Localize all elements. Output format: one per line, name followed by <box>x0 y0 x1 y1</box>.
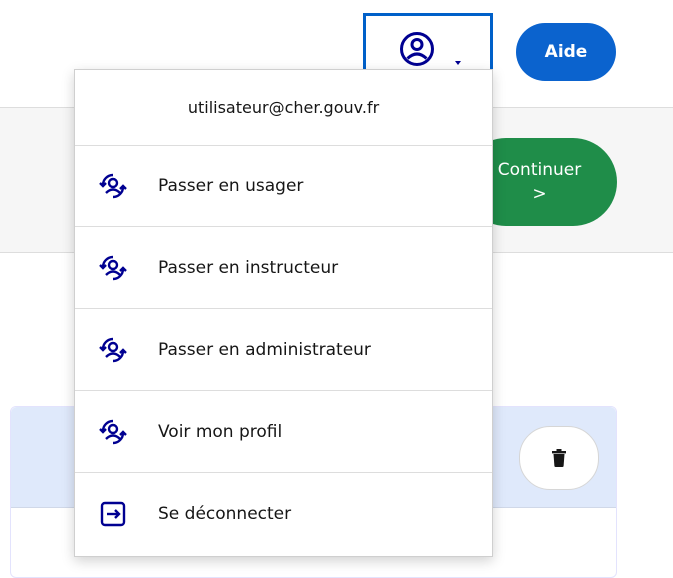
menu-item-label: Passer en administrateur <box>158 339 371 360</box>
help-label: Aide <box>544 42 588 62</box>
menu-item-label: Se déconnecter <box>158 504 292 524</box>
menu-item-label: Passer en instructeur <box>158 257 339 278</box>
switch-user-icon <box>99 337 127 363</box>
switch-user-icon <box>99 419 127 445</box>
menu-item-view-profile[interactable]: Voir mon profil <box>75 391 492 473</box>
switch-user-icon <box>99 173 127 199</box>
menu-item-label: Passer en usager <box>158 175 304 196</box>
delete-button[interactable] <box>519 426 599 490</box>
continue-arrow: > <box>532 184 547 204</box>
menu-item-switch-administrateur[interactable]: Passer en administrateur <box>75 309 492 391</box>
user-email: utilisateur@cher.gouv.fr <box>75 70 492 146</box>
chevron-down-icon <box>455 61 461 65</box>
logout-icon <box>100 501 126 527</box>
menu-item-logout[interactable]: Se déconnecter <box>75 473 492 555</box>
menu-item-switch-usager[interactable]: Passer en usager <box>75 145 492 227</box>
switch-user-icon <box>99 255 127 281</box>
account-dropdown-menu: utilisateur@cher.gouv.fr Passer en usage… <box>74 69 493 557</box>
menu-item-label: Voir mon profil <box>158 421 283 442</box>
user-circle-icon <box>400 32 434 66</box>
menu-item-switch-instructeur[interactable]: Passer en instructeur <box>75 227 492 309</box>
trash-icon <box>552 449 566 467</box>
help-button[interactable]: Aide <box>516 23 616 81</box>
continue-label: Continuer <box>497 160 582 180</box>
